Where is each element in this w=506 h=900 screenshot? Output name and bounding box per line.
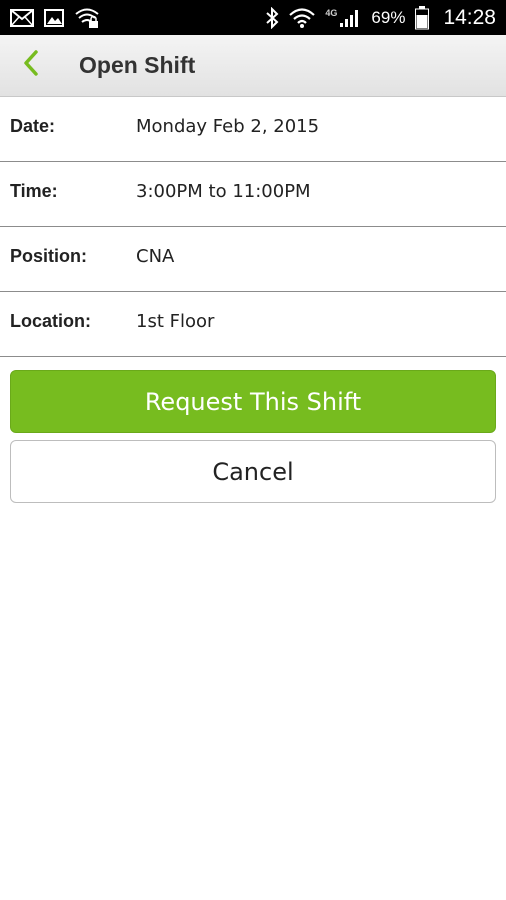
bluetooth-icon	[265, 6, 279, 29]
status-bar-system: 4G 69% 14:28	[265, 5, 496, 30]
cancel-button[interactable]: Cancel	[10, 440, 496, 503]
wifi-icon	[289, 7, 316, 29]
location-label: Location:	[10, 310, 91, 331]
image-icon	[44, 8, 64, 27]
detail-row-location: Location: 1st Floor	[0, 292, 506, 357]
location-value: 1st Floor	[136, 310, 215, 332]
date-label: Date:	[10, 115, 56, 136]
status-bar: 4G 69% 14:28	[0, 0, 506, 35]
action-bar: Open Shift	[0, 35, 506, 97]
position-label: Position:	[10, 245, 87, 266]
battery-percent: 69%	[371, 7, 406, 27]
position-value: CNA	[136, 245, 175, 267]
clock: 14:28	[443, 5, 496, 29]
signal-icon	[339, 8, 361, 28]
detail-row-position: Position: CNA	[0, 227, 506, 292]
status-bar-notifications	[10, 7, 100, 29]
date-value: Monday Feb 2, 2015	[136, 115, 320, 137]
battery-icon	[415, 5, 430, 30]
network-type-label: 4G	[325, 7, 338, 18]
time-value: 3:00PM to 11:00PM	[136, 180, 311, 202]
wifi-lock-icon	[74, 7, 100, 29]
mail-icon	[10, 8, 34, 27]
detail-row-time: Time: 3:00PM to 11:00PM	[0, 162, 506, 227]
request-shift-button[interactable]: Request This Shift	[10, 370, 496, 433]
back-button[interactable]	[0, 35, 62, 97]
chevron-left-icon	[23, 50, 39, 81]
page-title: Open Shift	[79, 52, 196, 78]
time-label: Time:	[10, 180, 58, 201]
shift-details: Date: Monday Feb 2, 2015 Time: 3:00PM to…	[0, 97, 506, 357]
detail-row-date: Date: Monday Feb 2, 2015	[0, 97, 506, 162]
